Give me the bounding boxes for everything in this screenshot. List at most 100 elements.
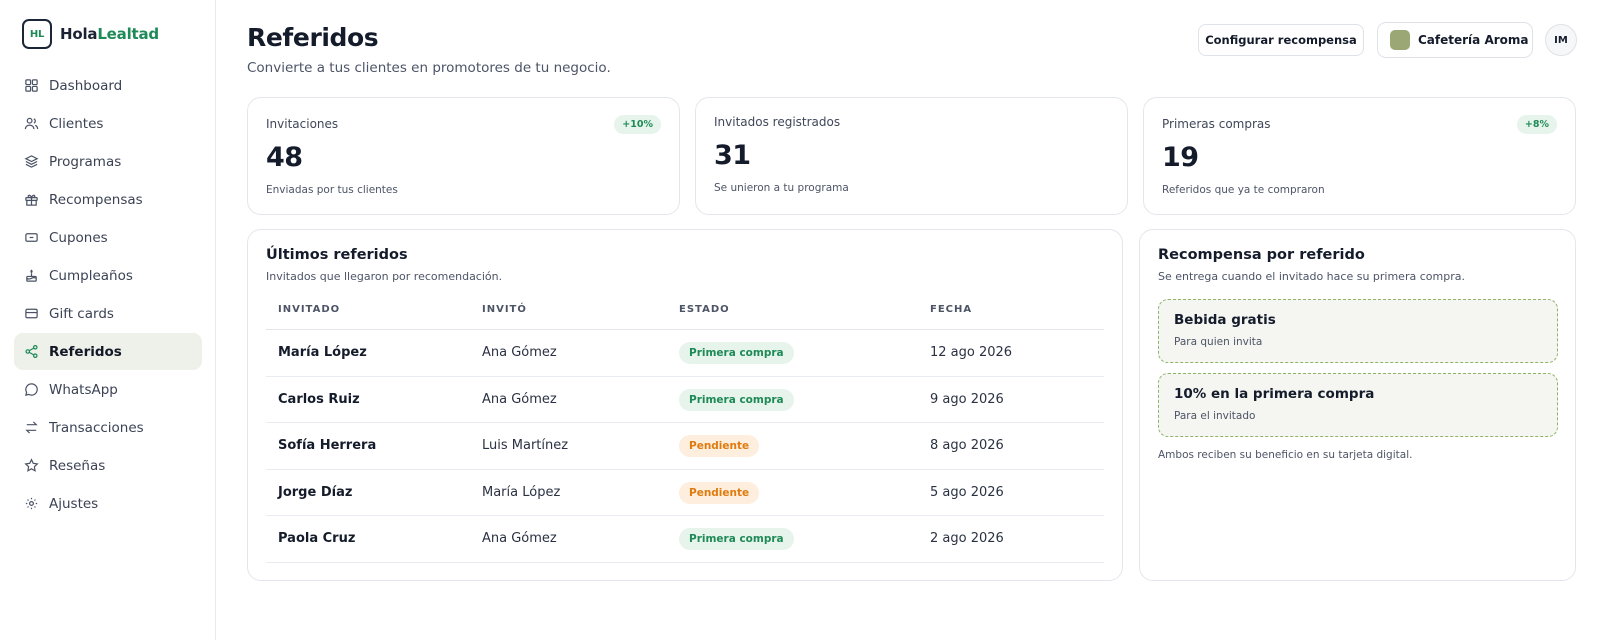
sidebar-item-label: Ajustes bbox=[49, 495, 99, 512]
star-icon bbox=[24, 458, 39, 472]
sidebar-item-gift-cards[interactable]: Gift cards bbox=[14, 295, 202, 332]
referral-date: 5 ago 2026 bbox=[930, 484, 1004, 500]
business-color-swatch bbox=[1390, 30, 1410, 50]
table-row[interactable]: Paola Cruz Ana Gómez Primera compra 2 ag… bbox=[266, 516, 1104, 563]
sidebar-nav: Dashboard Clientes Programas Recompensas… bbox=[14, 67, 202, 523]
inviter-name: Ana Gómez bbox=[482, 345, 557, 360]
sidebar-item-label: Referidos bbox=[49, 343, 122, 360]
page-title: Referidos bbox=[247, 23, 379, 52]
card-subtitle: Se entrega cuando el invitado hace su pr… bbox=[1158, 270, 1465, 283]
invitee-name: Jorge Díaz bbox=[278, 484, 353, 500]
referral-date: 9 ago 2026 bbox=[930, 391, 1004, 407]
stat-note: Se unieron a tu programa bbox=[714, 182, 849, 194]
referral-date: 12 ago 2026 bbox=[930, 345, 1013, 360]
table-row[interactable]: Carlos Ruiz Ana Gómez Primera compra 9 a… bbox=[266, 377, 1104, 423]
sidebar-item-label: Cupones bbox=[49, 229, 108, 246]
sidebar-item-label: Programas bbox=[49, 153, 122, 170]
sidebar-item-whatsapp[interactable]: WhatsApp bbox=[14, 371, 202, 408]
stat-label: Invitados registrados bbox=[714, 115, 841, 129]
reward-option-invitee[interactable]: 10% en la primera compra Para el invitad… bbox=[1158, 373, 1558, 437]
invitee-name: Sofía Herrera bbox=[278, 438, 377, 453]
configure-reward-button[interactable]: Configurar recompensa bbox=[1198, 24, 1364, 56]
layers-icon bbox=[24, 155, 39, 168]
sidebar: HL HolaLealtad Dashboard Clientes Progra… bbox=[0, 0, 216, 640]
sidebar-item-label: Gift cards bbox=[49, 305, 114, 322]
sidebar-item-referidos[interactable]: Referidos bbox=[14, 333, 202, 370]
reward-option-title: Bebida gratis bbox=[1174, 312, 1276, 328]
status-badge: Pendiente bbox=[679, 481, 760, 504]
stat-label: Invitaciones bbox=[266, 117, 339, 131]
column-header-inviter: INVITÓ bbox=[482, 304, 527, 315]
grid-icon bbox=[25, 79, 38, 92]
inviter-name: Luis Martínez bbox=[482, 438, 569, 453]
stat-note: Enviadas por tus clientes bbox=[266, 184, 398, 196]
chat-icon bbox=[25, 383, 38, 396]
stat-card-invitations: Invitaciones +10% 48 Enviadas por tus cl… bbox=[247, 97, 680, 215]
sidebar-item-resenas[interactable]: Reseñas bbox=[14, 447, 202, 484]
swap-icon bbox=[25, 421, 38, 434]
table-row[interactable]: Sofía Herrera Luis Martínez Pendiente 8 … bbox=[266, 423, 1104, 470]
inviter-name: Ana Gómez bbox=[482, 391, 557, 407]
sidebar-item-recompensas[interactable]: Recompensas bbox=[14, 181, 202, 218]
sidebar-item-label: Transacciones bbox=[49, 419, 144, 436]
referral-date: 8 ago 2026 bbox=[930, 438, 1004, 453]
column-header-status: ESTADO bbox=[679, 304, 730, 315]
brand-logo[interactable]: HL HolaLealtad bbox=[22, 19, 159, 49]
reward-option-title: 10% en la primera compra bbox=[1174, 386, 1375, 402]
page-subtitle: Convierte a tus clientes en promotores d… bbox=[247, 60, 611, 76]
referrals-table: INVITADO INVITÓ ESTADO FECHA María López… bbox=[266, 296, 1104, 563]
status-badge: Primera compra bbox=[679, 388, 794, 411]
brand-name: HolaLealtad bbox=[60, 25, 159, 43]
reward-card: Recompensa por referido Se entrega cuand… bbox=[1139, 229, 1576, 581]
business-name: Cafetería Aroma bbox=[1418, 33, 1529, 47]
card-title: Recompensa por referido bbox=[1158, 247, 1365, 263]
sidebar-item-transacciones[interactable]: Transacciones bbox=[14, 409, 202, 446]
reward-option-subtitle: Para el invitado bbox=[1174, 410, 1256, 422]
sidebar-item-label: Dashboard bbox=[49, 77, 123, 94]
table-row[interactable]: Jorge Díaz María López Pendiente 5 ago 2… bbox=[266, 470, 1104, 516]
gift-icon bbox=[25, 194, 38, 206]
stat-card-registered: Invitados registrados 31 Se unieron a tu… bbox=[695, 97, 1128, 215]
invitee-name: María López bbox=[278, 345, 367, 360]
sidebar-item-label: Reseñas bbox=[49, 457, 106, 474]
card-title: Últimos referidos bbox=[266, 247, 408, 263]
reward-option-inviter[interactable]: Bebida gratis Para quien invita bbox=[1158, 299, 1558, 363]
users-icon bbox=[24, 117, 39, 130]
referral-date: 2 ago 2026 bbox=[930, 531, 1004, 546]
table-row[interactable]: María López Ana Gómez Primera compra 12 … bbox=[266, 330, 1104, 377]
stat-card-first-purchases: Primeras compras +8% 19 Referidos que ya… bbox=[1143, 97, 1576, 215]
avatar[interactable]: IM bbox=[1545, 24, 1577, 56]
stat-badge: +10% bbox=[614, 115, 661, 134]
stat-value: 31 bbox=[714, 140, 751, 171]
ticket-icon bbox=[25, 233, 38, 242]
status-badge: Primera compra bbox=[679, 342, 794, 364]
settings-icon bbox=[25, 497, 38, 510]
sidebar-item-cupones[interactable]: Cupones bbox=[14, 219, 202, 256]
table-header: INVITADO INVITÓ ESTADO FECHA bbox=[266, 296, 1104, 330]
cake-icon bbox=[26, 269, 37, 282]
sidebar-item-cumpleanos[interactable]: Cumpleaños bbox=[14, 257, 202, 294]
invitee-name: Paola Cruz bbox=[278, 531, 356, 546]
inviter-name: María López bbox=[482, 484, 561, 500]
sidebar-item-clientes[interactable]: Clientes bbox=[14, 105, 202, 142]
card-icon bbox=[25, 308, 38, 319]
referrals-card: Últimos referidos Invitados que llegaron… bbox=[247, 229, 1123, 581]
card-subtitle: Invitados que llegaron por recomendación… bbox=[266, 270, 503, 283]
invitee-name: Carlos Ruiz bbox=[278, 391, 360, 407]
stat-label: Primeras compras bbox=[1162, 117, 1271, 131]
stat-value: 19 bbox=[1162, 142, 1199, 173]
reward-option-subtitle: Para quien invita bbox=[1174, 336, 1263, 348]
sidebar-item-programas[interactable]: Programas bbox=[14, 143, 202, 180]
sidebar-item-dashboard[interactable]: Dashboard bbox=[14, 67, 202, 104]
reward-note: Ambos reciben su beneficio en su tarjeta… bbox=[1158, 449, 1413, 461]
column-header-date: FECHA bbox=[930, 304, 973, 315]
sidebar-item-label: Cumpleaños bbox=[49, 267, 133, 284]
stat-badge: +8% bbox=[1516, 115, 1557, 134]
business-selector[interactable]: Cafetería Aroma bbox=[1377, 22, 1533, 58]
status-badge: Primera compra bbox=[679, 528, 794, 550]
stat-note: Referidos que ya te compraron bbox=[1162, 184, 1325, 196]
sidebar-item-label: Recompensas bbox=[49, 191, 143, 208]
sidebar-item-ajustes[interactable]: Ajustes bbox=[14, 485, 202, 522]
sidebar-item-label: WhatsApp bbox=[49, 381, 118, 398]
inviter-name: Ana Gómez bbox=[482, 531, 557, 546]
